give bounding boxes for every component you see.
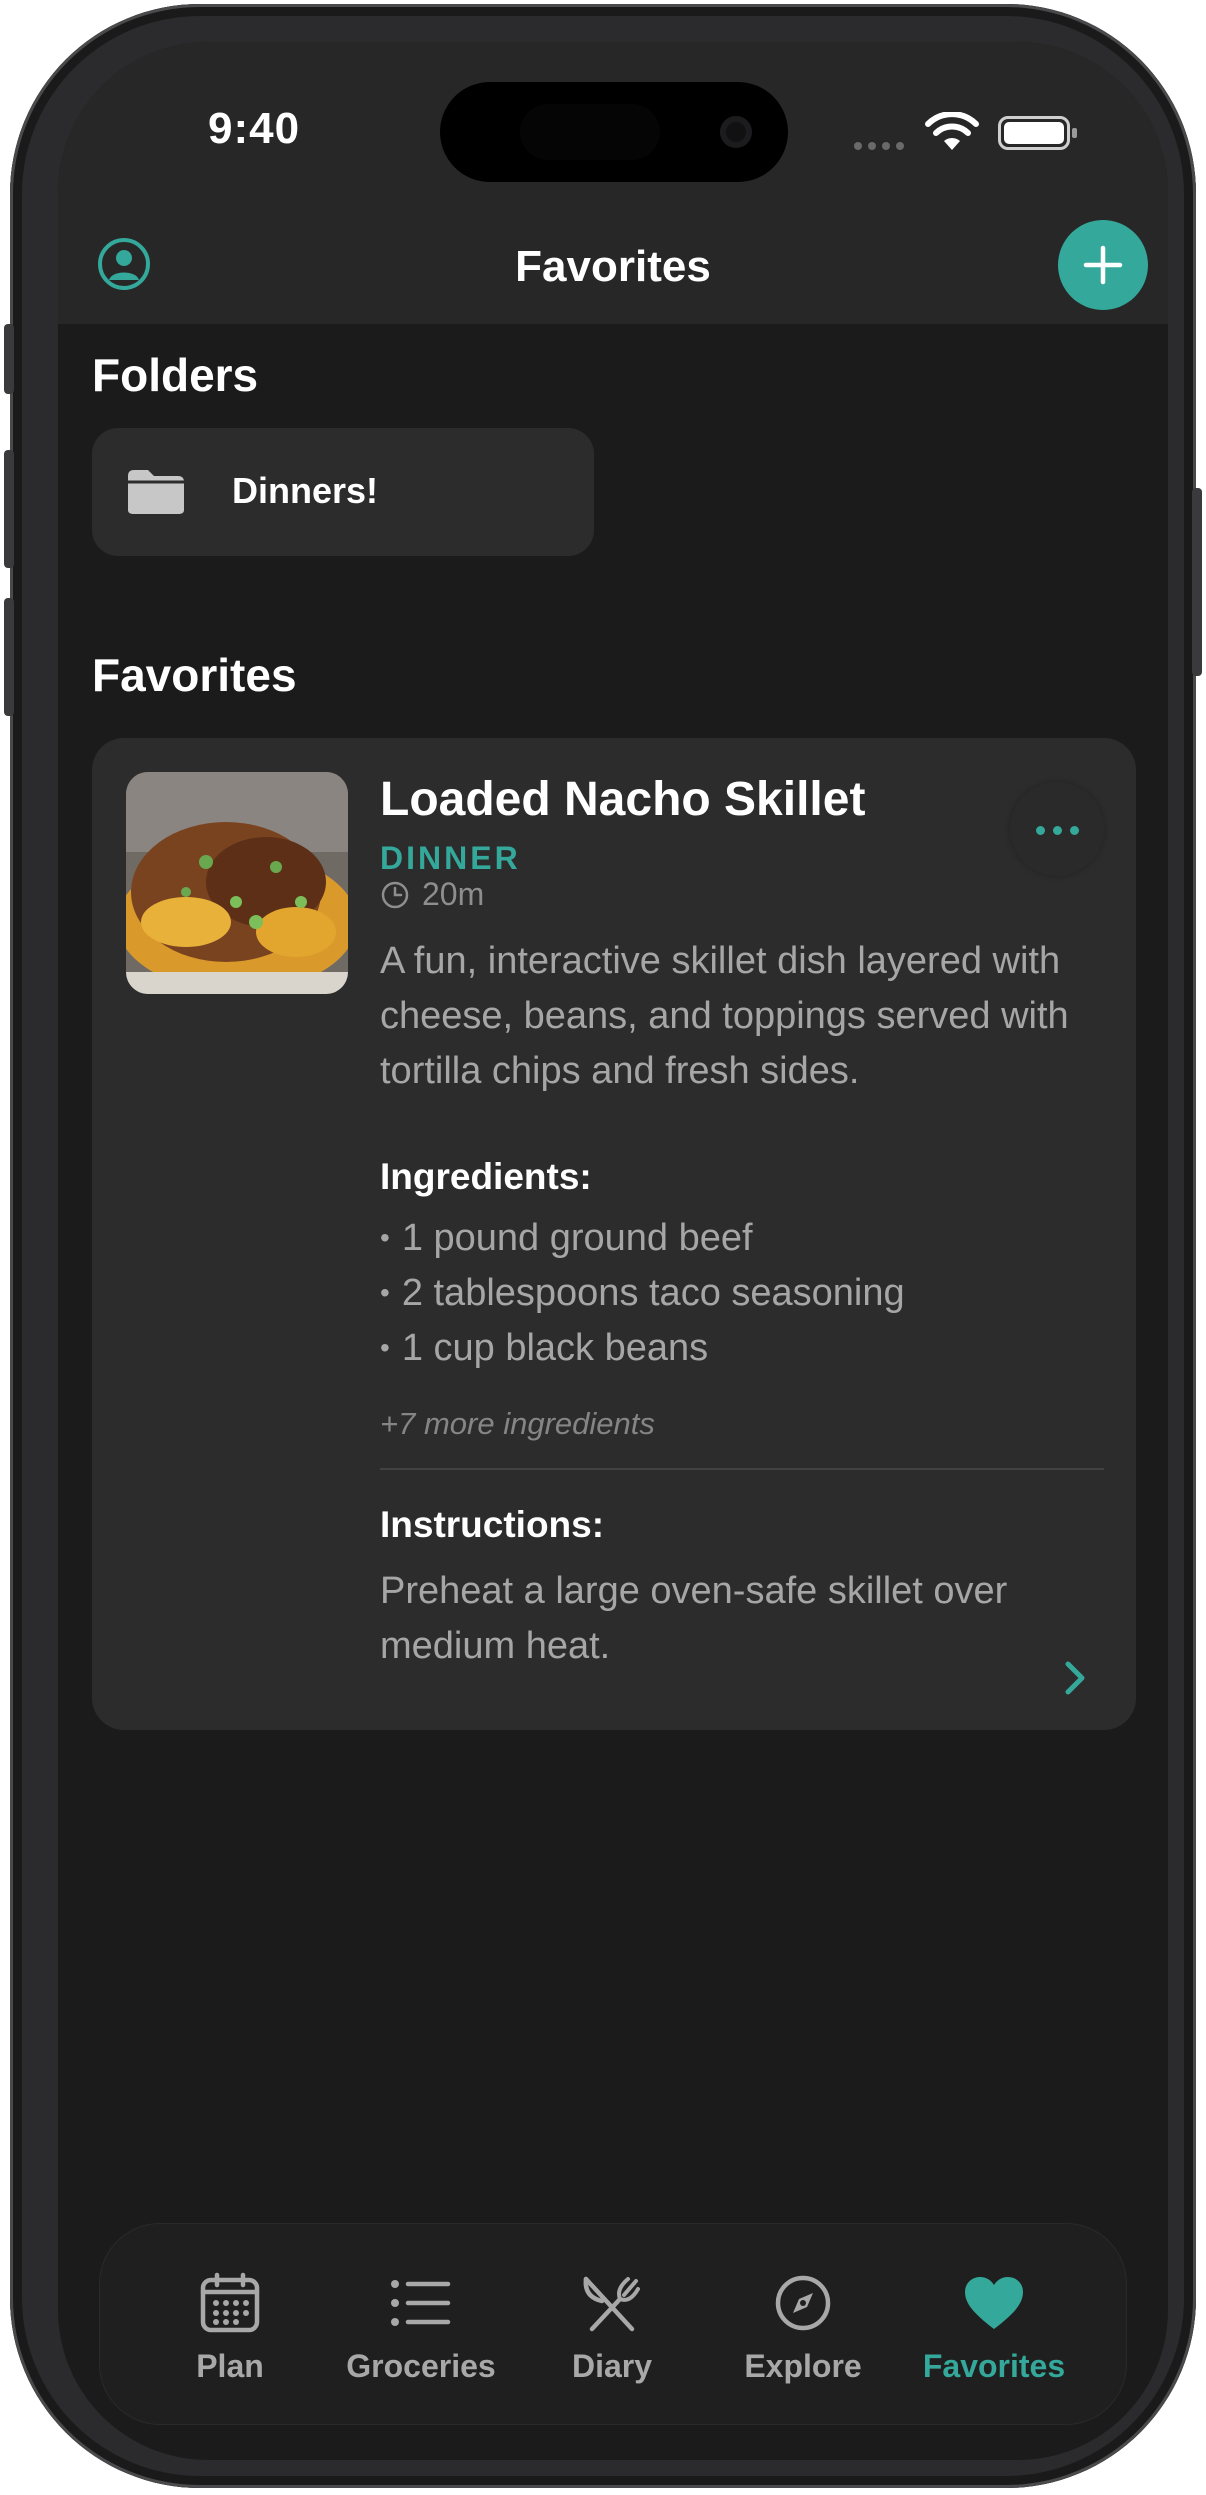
fork-knife-icon [583, 2276, 640, 2332]
instructions-text: Preheat a large oven-safe skillet over m… [380, 1570, 1008, 1667]
sensor [520, 104, 660, 160]
dynamic-island [440, 82, 788, 182]
ellipsis-icon [1036, 826, 1079, 835]
ingredients-list: 1 pound ground beef 2 tablespoons taco s… [380, 1212, 905, 1377]
recipe-title: Loaded Nacho Skillet [380, 773, 866, 826]
action-button [4, 324, 14, 394]
tab-label: Plan [196, 2348, 264, 2384]
recipe-description: A fun, interactive skillet dish layered … [380, 940, 1069, 1092]
volume-up-button [4, 450, 14, 568]
clock-icon [381, 881, 409, 908]
calendar-icon [200, 2272, 260, 2333]
camera-icon [720, 116, 752, 148]
recipe-category: DINNER [380, 840, 521, 876]
tab-label: Groceries [346, 2348, 496, 2384]
list-icon [391, 2280, 451, 2326]
power-button [1192, 488, 1202, 676]
wifi-icon [925, 112, 979, 150]
phone-frame: 9:40 Favorites Folders Dinners! Favorite… [4, 4, 1202, 2488]
tab-bar: Plan Groceries Diary Explore Favorites [100, 2224, 1126, 2424]
tab-label: Explore [744, 2348, 862, 2384]
volume-down-button [4, 598, 14, 716]
screen: 9:40 Favorites Folders Dinners! Favorite… [58, 42, 1168, 2460]
navigation-bar: Favorites [58, 212, 1168, 324]
ingredients-heading: Ingredients: [380, 1156, 592, 1197]
divider [380, 1468, 1104, 1470]
folder-card[interactable]: Dinners! [92, 428, 594, 556]
compass-icon [775, 2275, 831, 2331]
folder-label: Dinners! [232, 470, 379, 511]
more-options-button[interactable] [1010, 782, 1104, 876]
battery-icon [998, 116, 1077, 150]
page-title: Favorites [515, 242, 711, 291]
cook-time: 20m [380, 876, 484, 913]
tab-label: Diary [571, 2348, 653, 2384]
favorites-heading: Favorites [92, 649, 297, 701]
status-bar: 9:40 [58, 42, 1168, 212]
ingredient-item: 1 pound ground beef [380, 1212, 905, 1267]
tab-diary[interactable]: Diary [522, 2270, 702, 2385]
tab-plan[interactable]: Plan [140, 2270, 320, 2385]
plus-icon [1083, 245, 1123, 285]
ingredient-item: 2 tablespoons taco seasoning [380, 1267, 905, 1322]
folder-icon [128, 470, 184, 514]
tab-explore[interactable]: Explore [713, 2270, 893, 2385]
instructions-heading: Instructions: [380, 1504, 605, 1545]
tab-groceries[interactable]: Groceries [331, 2270, 511, 2385]
tab-favorites[interactable]: Favorites [904, 2270, 1084, 2385]
recipe-image [126, 772, 348, 994]
ingredient-item: 1 cup black beans [380, 1322, 905, 1377]
status-time: 9:40 [208, 104, 301, 153]
heart-icon [965, 2277, 1023, 2329]
cook-time-label: 20m [422, 876, 485, 912]
cellular-signal-icon [854, 142, 904, 150]
more-ingredients-label: +7 more ingredients [380, 1406, 655, 1441]
folders-heading: Folders [92, 349, 259, 401]
add-button[interactable] [1058, 220, 1148, 310]
recipe-card[interactable]: Loaded Nacho Skillet DINNER 20m A fun, i… [92, 738, 1136, 1730]
chevron-right-icon[interactable] [1060, 1658, 1090, 1698]
tab-label: Favorites [922, 2348, 1066, 2384]
